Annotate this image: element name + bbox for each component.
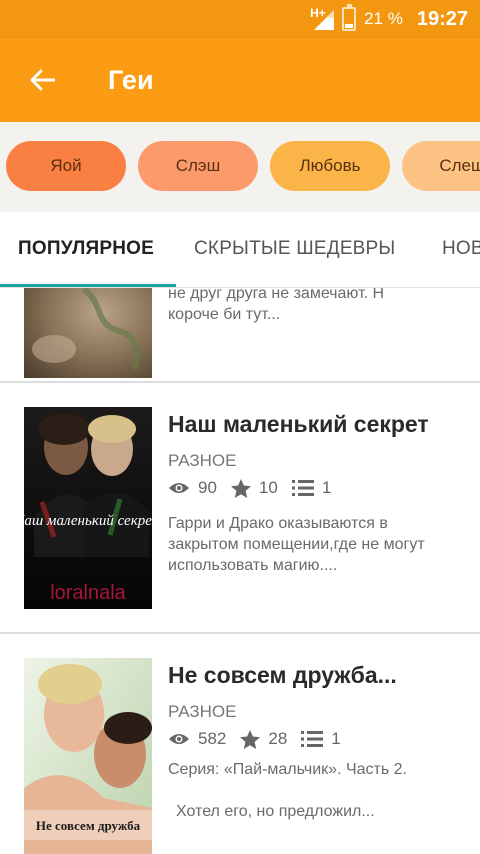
story-description-partial: не друг друга не замечают. Н bbox=[168, 288, 385, 302]
story-title[interactable]: Не совсем дружба... bbox=[168, 662, 397, 689]
votes-count: 10 bbox=[258, 478, 278, 497]
network-signal-icon: H+ bbox=[310, 6, 335, 30]
cover-title-text: Не совсем дружба bbox=[36, 818, 141, 833]
back-button[interactable] bbox=[22, 62, 62, 98]
story-cover bbox=[24, 288, 152, 378]
story-title[interactable]: Наш маленький секрет bbox=[168, 411, 429, 438]
chip-slash[interactable]: Слэш bbox=[138, 141, 258, 191]
tab-bar: ПОПУЛЯРНОЕ СКРЫТЫЕ ШЕДЕВРЫ НОВ bbox=[0, 212, 480, 288]
page-title: Геи bbox=[108, 65, 154, 95]
views-count: 90 bbox=[198, 478, 217, 497]
parts-count: 1 bbox=[331, 729, 341, 748]
votes-count: 28 bbox=[268, 729, 288, 748]
tab-popular[interactable]: ПОПУЛЯРНОЕ bbox=[18, 238, 154, 260]
story-cover: Наш маленький секрет loralnala bbox=[24, 407, 152, 609]
chip-yaoi[interactable]: Яой bbox=[6, 141, 126, 191]
story-card[interactable]: Не совсем дружба Не совсем дружба... РАЗ… bbox=[0, 633, 480, 854]
eye-icon bbox=[169, 734, 189, 744]
parts-list-icon bbox=[301, 731, 324, 747]
eye-icon bbox=[169, 483, 189, 493]
story-cover: Не совсем дружба bbox=[24, 658, 152, 854]
story-card[interactable]: Наш маленький секрет loralnala Наш мален… bbox=[0, 382, 480, 633]
tab-hidden-masterpieces[interactable]: СКРЫТЫЕ ШЕДЕВРЫ bbox=[194, 238, 395, 260]
battery-icon bbox=[342, 4, 357, 31]
story-series: Серия: «Пай-мальчик». Часть 2. bbox=[168, 761, 407, 778]
parts-list-icon bbox=[291, 480, 314, 496]
chip-slesh[interactable]: Слеш bbox=[402, 141, 480, 191]
app-bar: Геи bbox=[0, 38, 480, 122]
tag-chips-row[interactable]: Яой Слэш Любовь Слеш bbox=[0, 122, 480, 212]
story-stats: 582 28 1 bbox=[168, 727, 355, 751]
status-bar: H+ 21 % 19:27 bbox=[0, 0, 480, 38]
chip-love[interactable]: Любовь bbox=[270, 141, 390, 191]
story-category: РАЗНОЕ bbox=[168, 451, 237, 470]
tab-new[interactable]: НОВ bbox=[442, 238, 480, 260]
views-count: 582 bbox=[198, 729, 227, 748]
story-description: Хотел его, но предложил... bbox=[176, 803, 375, 820]
story-description: короче би тут... bbox=[168, 306, 281, 323]
battery-percent: 21 % bbox=[364, 9, 403, 28]
cover-title-text: Наш маленький секрет bbox=[24, 513, 152, 529]
clock: 19:27 bbox=[416, 7, 468, 30]
parts-count: 1 bbox=[321, 478, 332, 497]
story-stats: 90 10 1 bbox=[168, 476, 345, 500]
star-icon bbox=[240, 729, 261, 749]
story-category: РАЗНОЕ bbox=[168, 702, 237, 721]
story-list[interactable]: не друг друга не замечают. Н короче би т… bbox=[0, 288, 480, 854]
cover-author-text: loralnala bbox=[50, 582, 126, 604]
story-card[interactable]: не друг друга не замечают. Н короче би т… bbox=[0, 288, 480, 382]
arrow-left-icon bbox=[30, 69, 55, 91]
story-description: Гарри и Драко оказываются в закрытом пом… bbox=[168, 515, 425, 574]
star-icon bbox=[230, 478, 251, 498]
